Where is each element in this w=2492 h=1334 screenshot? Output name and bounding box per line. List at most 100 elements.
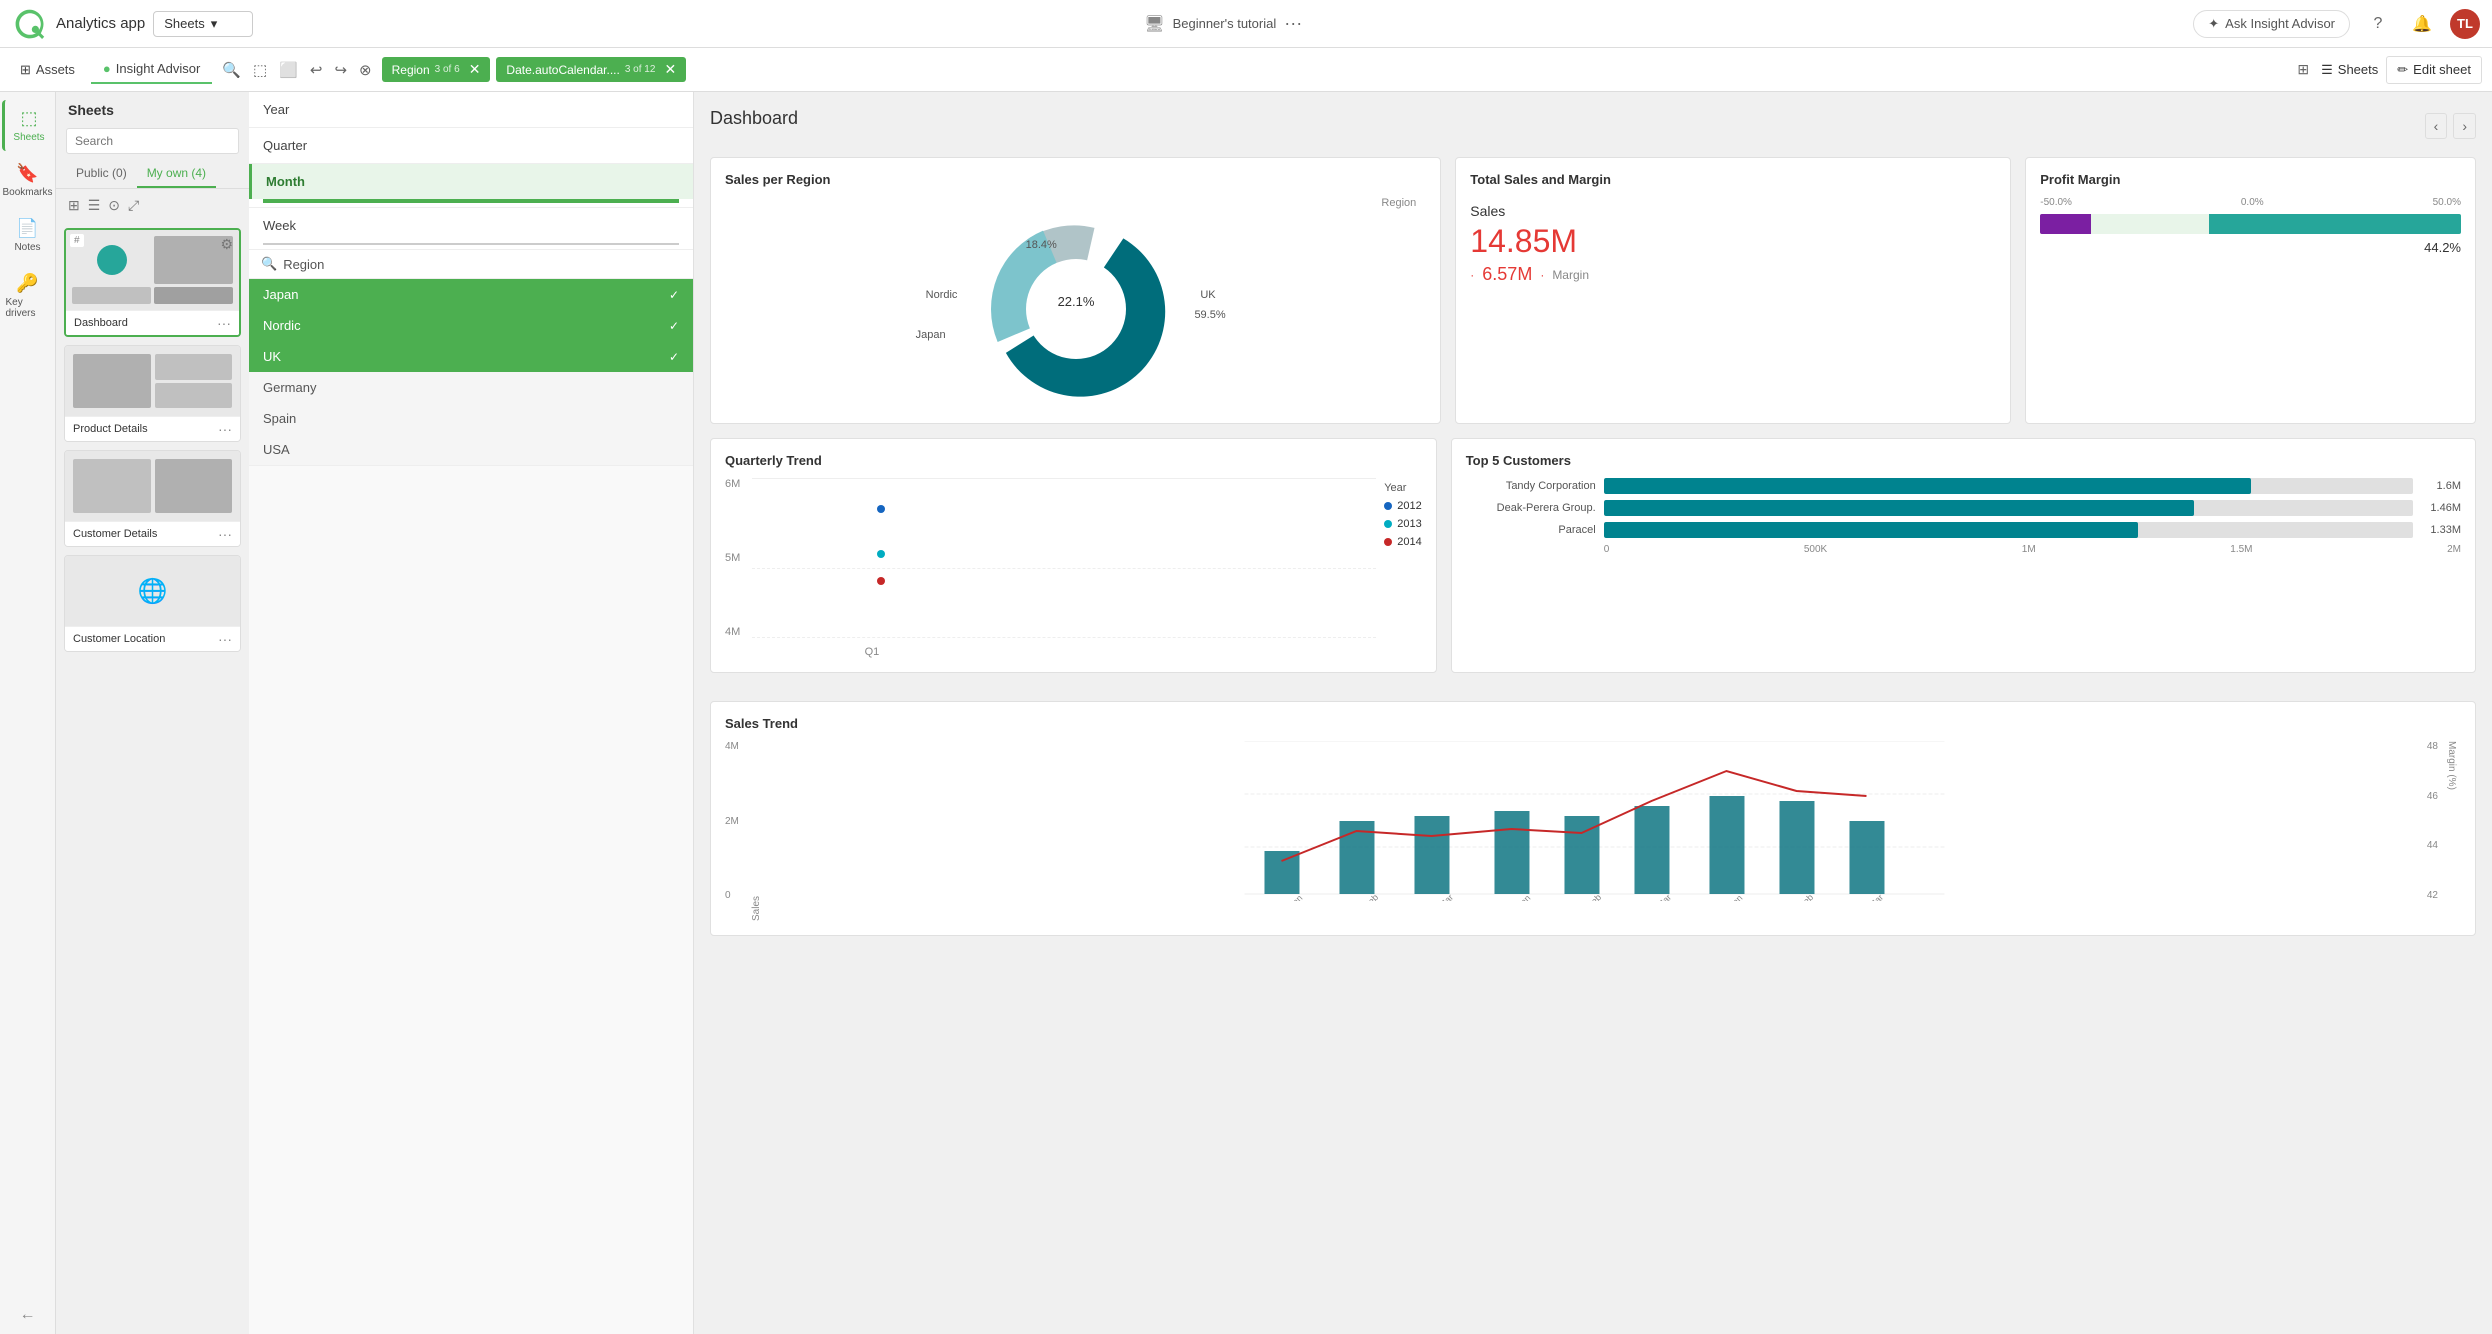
filter-item-region: 🔍 Region Japan ✓ Nordic ✓ UK ✓ bbox=[249, 250, 693, 466]
sheets-view-button[interactable]: ☰ Sheets bbox=[2321, 62, 2378, 78]
sheet-thumbnail-customer-location: 🌐 bbox=[65, 556, 240, 626]
quarterly-trend-title: Quarterly Trend bbox=[725, 453, 1422, 468]
expand-button[interactable]: ⤢ bbox=[126, 195, 141, 216]
sheets-grid-controls: ⊞ ☰ ⊙ ⤢ bbox=[56, 189, 249, 222]
main-content-area: Dashboard ‹ › Sales per Region Region bbox=[694, 92, 2492, 1334]
sheet-selector[interactable]: Sheets ▾ bbox=[153, 11, 253, 37]
key-drivers-nav-icon: 🔑 bbox=[16, 273, 38, 294]
profit-margin-card: Profit Margin -50.0% 0.0% 50.0% 44.2% bbox=[2025, 157, 2476, 424]
forward-icon[interactable]: ↪ bbox=[330, 57, 351, 83]
filter-quarter-header[interactable]: Quarter bbox=[249, 128, 693, 163]
sort-button[interactable]: ⊙ bbox=[106, 195, 122, 216]
tab-public[interactable]: Public (0) bbox=[66, 160, 137, 188]
sheet-item-customer-location[interactable]: 🌐 Customer Location ··· bbox=[64, 555, 241, 652]
bar-label-paracel: Paracel bbox=[1466, 524, 1596, 536]
sheet-options-icon-dashboard[interactable]: ⚙ bbox=[218, 234, 235, 255]
next-page-button[interactable]: › bbox=[2453, 113, 2476, 139]
qt-legend: Year 2012 2013 2014 bbox=[1384, 478, 1421, 658]
svg-text:22.1%: 22.1% bbox=[1057, 294, 1094, 309]
assets-button[interactable]: ⊞ Assets bbox=[10, 56, 85, 84]
qt-legend-dot-2014 bbox=[1384, 538, 1392, 546]
date-filter-close-icon[interactable]: ✕ bbox=[664, 61, 676, 78]
select-by-region-icon[interactable]: ⬜ bbox=[275, 57, 302, 83]
app-title: Analytics app bbox=[56, 15, 145, 32]
filter-option-uk[interactable]: UK ✓ bbox=[249, 341, 693, 372]
list-view-button[interactable]: ☰ bbox=[86, 195, 103, 216]
user-avatar[interactable]: TL bbox=[2450, 9, 2480, 39]
topbar-right: ✦ Ask Insight Advisor ? 🔔 TL bbox=[2193, 8, 2480, 40]
qt-dot-2013 bbox=[877, 550, 885, 558]
sales-y-axis-label: Sales bbox=[747, 741, 762, 921]
dashboard-title: Dashboard bbox=[710, 108, 798, 129]
filter-region-search-box: 🔍 Region bbox=[249, 250, 693, 279]
tab-my-own[interactable]: My own (4) bbox=[137, 160, 216, 188]
sheet-more-button-customer-details[interactable]: ··· bbox=[218, 526, 232, 542]
filter-option-germany[interactable]: Germany bbox=[249, 372, 693, 403]
sheets-search-input[interactable] bbox=[66, 128, 239, 154]
check-icon-japan: ✓ bbox=[669, 288, 679, 302]
uk-pct-label: 59.5% bbox=[1194, 309, 1225, 321]
more-options-button[interactable]: ··· bbox=[1284, 13, 1302, 34]
sheet-item-product-details[interactable]: Product Details ··· bbox=[64, 345, 241, 442]
grid-view-button[interactable]: ⊞ bbox=[66, 195, 82, 216]
check-icon-nordic: ✓ bbox=[669, 319, 679, 333]
notifications-icon[interactable]: 🔔 bbox=[2406, 8, 2438, 40]
bar-value-tandy: 1.6M bbox=[2421, 480, 2461, 492]
japan-label: Japan bbox=[916, 329, 946, 341]
clear-all-icon[interactable]: ⊗ bbox=[355, 57, 376, 83]
bar-fill-deak bbox=[1604, 500, 2195, 516]
profit-margin-title: Profit Margin bbox=[2040, 172, 2461, 187]
sidebar-item-key-drivers[interactable]: 🔑 Key drivers bbox=[2, 265, 54, 327]
sheet-more-button-product-details[interactable]: ··· bbox=[218, 421, 232, 437]
topbar-center: 🖥 Beginner's tutorial ··· bbox=[261, 13, 2185, 34]
date-filter-chip[interactable]: Date.autoCalendar.... 3 of 12 ✕ bbox=[496, 57, 686, 82]
sheet-item-customer-details[interactable]: Customer Details ··· bbox=[64, 450, 241, 547]
filter-month-header[interactable]: Month bbox=[249, 164, 693, 199]
qt-x-label: Q1 bbox=[865, 646, 880, 658]
qt-y-axis: 6M 5M 4M bbox=[725, 478, 744, 658]
ask-insight-advisor-button[interactable]: ✦ Ask Insight Advisor bbox=[2193, 10, 2350, 38]
pm-bar-positive bbox=[2209, 214, 2461, 234]
back-icon[interactable]: ↩ bbox=[306, 57, 327, 83]
select-all-icon[interactable]: ⬚ bbox=[249, 57, 271, 83]
nordic-pct-label: 18.4% bbox=[1026, 239, 1057, 251]
collapse-sidebar-button[interactable]: ← bbox=[20, 1306, 36, 1324]
filter-week-header[interactable]: Week bbox=[249, 208, 693, 243]
second-toolbar: ⊞ Assets ● Insight Advisor 🔍 ⬚ ⬜ ↩ ↪ ⊗ R… bbox=[0, 48, 2492, 92]
region-filter-chip[interactable]: Region 3 of 6 ✕ bbox=[382, 57, 491, 82]
sheet-more-button-dashboard[interactable]: ··· bbox=[217, 315, 231, 331]
bar-row-tandy: Tandy Corporation 1.6M bbox=[1466, 478, 2461, 494]
region-filter-close-icon[interactable]: ✕ bbox=[469, 61, 481, 78]
search-icon[interactable]: 🔍 bbox=[218, 57, 245, 83]
edit-sheet-button[interactable]: ✏ Edit sheet bbox=[2386, 56, 2482, 84]
sidebar-item-sheets[interactable]: ⬚ Sheets bbox=[2, 100, 54, 151]
filter-year-header[interactable]: Year bbox=[249, 92, 693, 127]
sheet-thumbnail-product-details bbox=[65, 346, 240, 416]
total-sales-card: Total Sales and Margin Sales 14.85M · 6.… bbox=[1455, 157, 2011, 424]
bar-row-deak: Deak-Perera Group. 1.46M bbox=[1466, 500, 2461, 516]
sheets-list-icon: ☰ bbox=[2321, 62, 2333, 78]
grid-layout-icon[interactable]: ⊞ bbox=[2293, 57, 2313, 82]
top5-customers-title: Top 5 Customers bbox=[1466, 453, 2461, 468]
filter-option-usa[interactable]: USA bbox=[249, 434, 693, 465]
help-icon[interactable]: ? bbox=[2362, 8, 2394, 40]
filter-option-japan[interactable]: Japan ✓ bbox=[249, 279, 693, 310]
total-sales-title: Total Sales and Margin bbox=[1470, 172, 1996, 187]
sheet-label-row-customer-details: Customer Details ··· bbox=[65, 521, 240, 546]
insight-advisor-button[interactable]: ● Insight Advisor bbox=[91, 55, 212, 84]
sheet-label-row-product-details: Product Details ··· bbox=[65, 416, 240, 441]
check-icon-uk: ✓ bbox=[669, 350, 679, 364]
pm-axis-labels: -50.0% 0.0% 50.0% bbox=[2040, 197, 2461, 208]
bar-row-paracel: Paracel 1.33M bbox=[1466, 522, 2461, 538]
sidebar-item-notes[interactable]: 📄 Notes bbox=[2, 210, 54, 261]
prev-page-button[interactable]: ‹ bbox=[2425, 113, 2448, 139]
sheet-more-button-customer-location[interactable]: ··· bbox=[218, 631, 232, 647]
left-filter-panel: Year Quarter Month Week 🔍 Region bbox=[249, 92, 694, 1334]
qt-legend-title: Year bbox=[1384, 482, 1421, 494]
pm-bar-negative bbox=[2040, 214, 2090, 234]
sheet-item-dashboard[interactable]: # ⚙ Dashboard ··· bbox=[64, 228, 241, 337]
filter-option-nordic[interactable]: Nordic ✓ bbox=[249, 310, 693, 341]
sheet-label-dashboard: Dashboard bbox=[74, 317, 128, 329]
sidebar-item-bookmarks[interactable]: 🔖 Bookmarks bbox=[2, 155, 54, 206]
filter-option-spain[interactable]: Spain bbox=[249, 403, 693, 434]
